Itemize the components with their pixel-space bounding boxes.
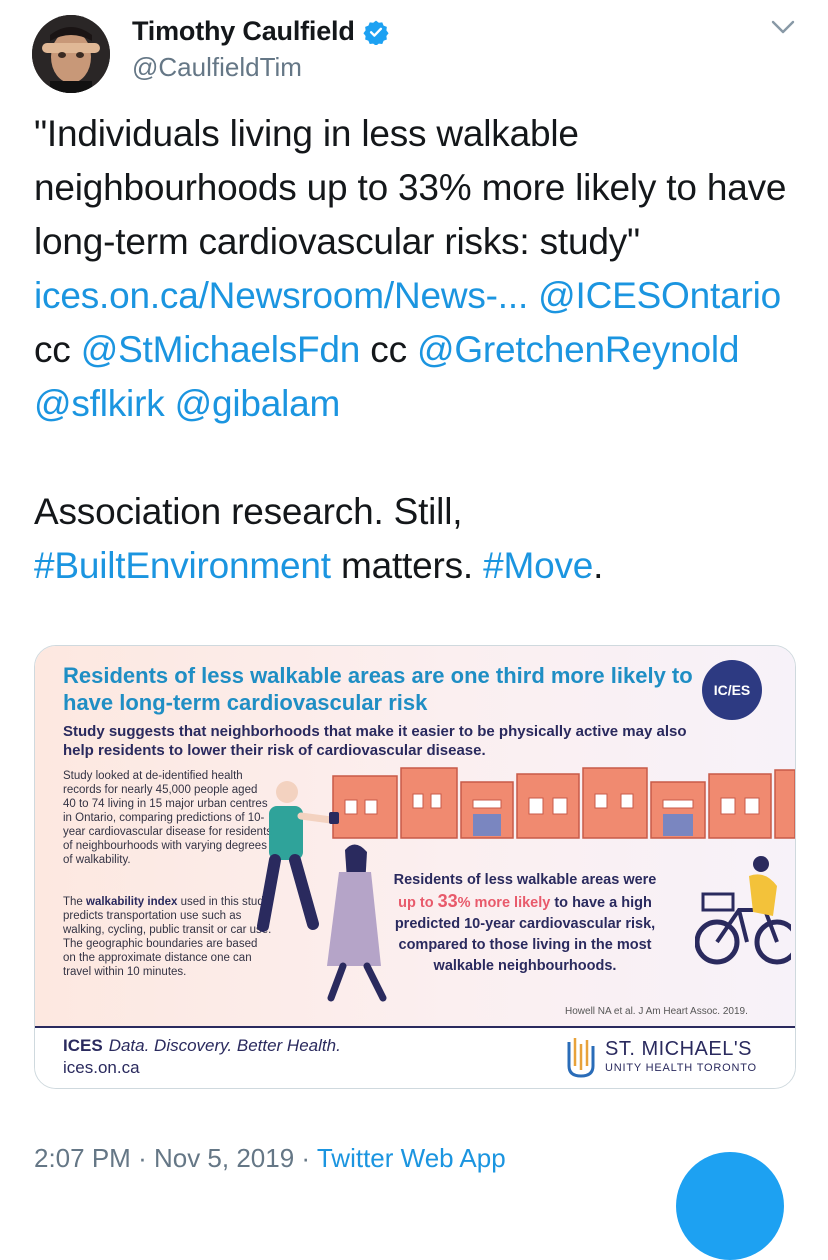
mention-stmichaelsfdn[interactable]: @StMichaelsFdn: [81, 329, 361, 370]
tweet-period: .: [593, 545, 604, 586]
cc-text: cc: [370, 329, 407, 370]
cc-text: cc: [34, 329, 71, 370]
mention-icesontario[interactable]: @ICESOntario: [538, 275, 781, 316]
cyclist-illustration: [695, 856, 791, 965]
infographic: Residents of less walkable areas are one…: [35, 646, 795, 1026]
author-row: Timothy Caulfield: [132, 16, 389, 47]
ices-slogan: Data. Discovery. Better Health.: [108, 1036, 341, 1055]
tweet-metadata: 2:07 PM · Nov 5, 2019 · Twitter Web App: [34, 1143, 506, 1174]
article-link[interactable]: ices.on.ca/Newsroom/News-...: [34, 275, 528, 316]
stat-percent: % more likely: [457, 895, 551, 911]
author-handle[interactable]: @CaulfieldTim: [132, 52, 302, 83]
verified-badge-icon: [363, 20, 389, 45]
tweet-source[interactable]: Twitter Web App: [317, 1143, 506, 1173]
avatar[interactable]: [32, 15, 110, 93]
tweet-paragraph-1: "Individuals living in less walkable nei…: [34, 107, 804, 431]
infographic-footer: ICES Data. Discovery. Better Health. ices…: [35, 1026, 795, 1088]
key-statistic: Residents of less walkable areas were up…: [375, 870, 675, 977]
st-michaels-logo-icon: [567, 1038, 595, 1078]
mention-gibalam[interactable]: @gibalam: [175, 383, 341, 424]
avatar-photo: [32, 15, 110, 93]
ices-brand: ICES: [63, 1036, 103, 1055]
ices-tagline: ICES Data. Discovery. Better Health.: [63, 1036, 341, 1056]
chevron-down-icon[interactable]: [770, 18, 796, 36]
hashtag-move[interactable]: #Move: [483, 545, 593, 586]
stat-number: 33: [437, 891, 458, 911]
tweet-comment: Association research. Still,: [34, 491, 463, 532]
separator-dot: ·: [138, 1143, 147, 1173]
infographic-title: Residents of less walkable areas are one…: [63, 663, 693, 715]
citation: Howell NA et al. J Am Heart Assoc. 2019.: [565, 1006, 748, 1017]
infographic-subtitle: Study suggests that neighborhoods that m…: [63, 723, 687, 759]
mention-gretchenreynold[interactable]: @GretchenReynold: [417, 329, 740, 370]
compose-tweet-button[interactable]: [676, 1152, 784, 1260]
hashtag-builtenvironment[interactable]: #BuiltEnvironment: [34, 545, 331, 586]
stat-line-1: Residents of less walkable areas were: [393, 872, 657, 888]
tweet-text: "Individuals living in less walkable nei…: [34, 107, 804, 593]
body-2-pre: The: [63, 896, 87, 908]
body-2-bold: walkability index: [86, 896, 178, 908]
partner-name: ST. MICHAEL'S: [605, 1038, 753, 1060]
author-name[interactable]: Timothy Caulfield: [132, 16, 355, 47]
mention-sflkirk[interactable]: @sflkirk: [34, 383, 165, 424]
ices-badge-logo: IC/ES: [702, 660, 762, 720]
media-card[interactable]: Residents of less walkable areas are one…: [34, 645, 796, 1089]
tweet-paragraph-2: Association research. Still, #BuiltEnviro…: [34, 485, 804, 593]
separator-dot: ·: [301, 1143, 311, 1173]
tweet-comment-2: matters.: [340, 545, 474, 586]
tweet-time[interactable]: 2:07 PM: [34, 1143, 131, 1173]
tweet-quote: "Individuals living in less walkable nei…: [34, 113, 787, 262]
partner-subtitle: UNITY HEALTH TORONTO: [605, 1062, 757, 1074]
tweet-date[interactable]: Nov 5, 2019: [154, 1143, 294, 1173]
ices-url: ices.on.ca: [63, 1058, 140, 1077]
stat-up-to: up to: [398, 895, 438, 911]
